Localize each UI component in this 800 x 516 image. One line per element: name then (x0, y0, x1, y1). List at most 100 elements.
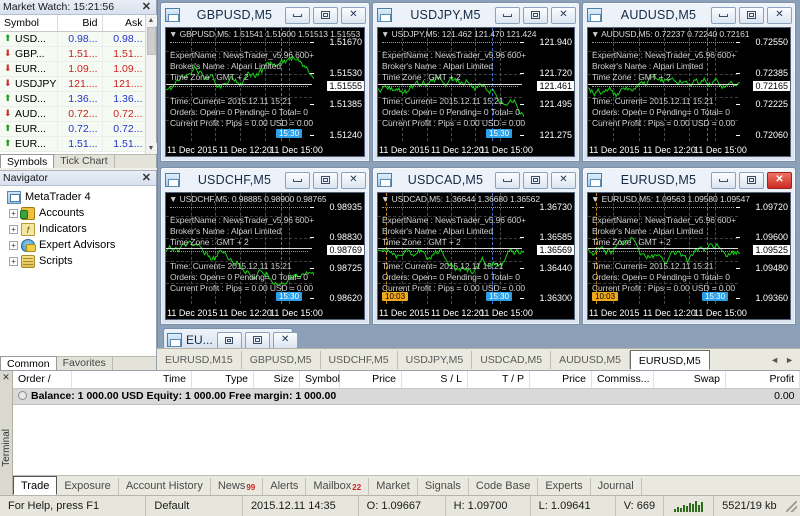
table-row[interactable]: ⬆ USD... 1.36... 1.36... (0, 91, 148, 107)
close-icon[interactable]: ✕ (341, 171, 366, 189)
navigator-item-metatrader-4[interactable]: MetaTrader 4 (2, 189, 154, 205)
chart-tab-eurusd-m5[interactable]: EURUSD,M5 (629, 349, 710, 370)
chart-window-audusd[interactable]: AUDUSD,M5 ✕ ▼ AUDUSD,M5: 0.72237 0.72240 0… (582, 2, 796, 162)
chart-titlebar[interactable]: AUDUSD,M5 ✕ (583, 3, 795, 27)
close-icon[interactable]: ✕ (767, 6, 792, 24)
navigator-item-accounts[interactable]: + Accounts (2, 205, 154, 221)
chart-canvas[interactable]: ▼ GBPUSD,M5: 1.51541 1.51600 1.51513 1.5… (165, 27, 365, 157)
time-scale[interactable]: 11 Dec 2015 11 Dec 12:20 11 Dec 15:00 (378, 143, 574, 156)
minimize-icon[interactable] (711, 171, 736, 189)
chart-window-usdcad[interactable]: USDCAD,M5 ✕ ▼ USDCAD,M5: 1.36644 1.36680 1… (372, 167, 580, 325)
maximize-icon[interactable] (523, 171, 548, 189)
terminal-tab-signals[interactable]: Signals (418, 478, 469, 495)
chart-window-usdchf[interactable]: USDCHF,M5 ✕ ▼ USDCHF,M5: 0.98885 0.98900 0… (160, 167, 370, 325)
time-scale[interactable]: 11 Dec 2015 11 Dec 12:20 11 Dec 15:00 (166, 306, 364, 319)
column-header-price[interactable]: Price (339, 371, 402, 389)
chart-titlebar[interactable]: GBPUSD,M5 ✕ (161, 3, 369, 27)
connection-signal-icon[interactable] (664, 495, 715, 516)
price-scale[interactable]: 1.36730 1.36585 1.36440 1.36300 1.36569 (520, 193, 574, 304)
scroll-up-icon[interactable]: ▲ (145, 15, 157, 26)
column-header-symbol[interactable]: Symbol (299, 371, 340, 389)
terminal-tab-news[interactable]: News99 (211, 478, 264, 495)
chart-titlebar[interactable]: USDCHF,M5 ✕ (161, 168, 369, 192)
maximize-icon[interactable] (523, 6, 548, 24)
navigator-item-indicators[interactable]: + f Indicators (2, 221, 154, 237)
column-header-bid[interactable]: Bid (57, 15, 103, 32)
maximize-icon[interactable] (313, 171, 338, 189)
expand-icon[interactable]: + (9, 224, 18, 234)
chart-tab-audusd-m5[interactable]: AUDUSD,M5 (551, 350, 630, 369)
navigator-item-expert-advisors[interactable]: + Expert Advisors (2, 237, 154, 253)
table-row[interactable]: ⬆ EUR... 0.72... 0.72... (0, 121, 148, 137)
terminal-tab-journal[interactable]: Journal (591, 478, 642, 495)
close-icon[interactable]: ✕ (140, 2, 153, 13)
terminal-tab-account-history[interactable]: Account History (119, 478, 211, 495)
market-watch-table-wrap[interactable]: Symbol Bid Ask ⬆ USD... 0.98... 0.98... ⬇ GBP… (0, 15, 156, 154)
minimize-icon[interactable] (285, 171, 310, 189)
scroll-left-icon[interactable]: ◄ (770, 355, 779, 365)
chart-titlebar[interactable]: EURUSD,M5 ✕ (583, 168, 795, 192)
expand-icon[interactable]: + (9, 208, 18, 218)
maximize-icon[interactable] (739, 171, 764, 189)
table-row[interactable]: ⬆ USD... 0.98... 0.98... (0, 31, 148, 47)
table-row[interactable]: ⬆ EUR... 1.51... 1.51... (0, 136, 148, 152)
maximize-icon[interactable] (739, 6, 764, 24)
scroll-down-icon[interactable]: ▼ (145, 143, 157, 154)
scrollbar-thumb[interactable] (146, 27, 156, 55)
price-scale[interactable]: 0.98935 0.98830 0.98725 0.98620 0.98769 (310, 193, 364, 304)
chart-tab-usdchf-m5[interactable]: USDCHF,M5 (321, 350, 398, 369)
time-scale[interactable]: 11 Dec 2015 11 Dec 12:20 11 Dec 15:00 (378, 306, 574, 319)
balance-row[interactable]: Balance: 1 000.00 USD Equity: 1 000.00 F… (13, 388, 800, 405)
chart-plot-area[interactable]: ▼ USDCAD,M5: 1.36644 1.36680 1.36562 Expe… (378, 193, 540, 304)
column-header-commiss[interactable]: Commiss... (591, 371, 654, 389)
chart-plot-area[interactable]: ▼ USDJPY,M5: 121.462 121.470 121.424 Expe… (378, 28, 537, 141)
price-scale[interactable]: 0.72550 0.72385 0.72225 0.72060 0.72165 (736, 28, 790, 141)
close-icon[interactable]: ✕ (551, 171, 576, 189)
column-header-order[interactable]: Order / (13, 371, 72, 389)
tab-common[interactable]: Common (0, 356, 57, 370)
table-row[interactable]: ⬇ USDJPY 121.... 121.... (0, 76, 148, 92)
scroll-right-icon[interactable]: ► (785, 355, 794, 365)
close-icon[interactable]: ✕ (140, 173, 153, 184)
terminal-tab-trade[interactable]: Trade (13, 476, 58, 495)
chart-plot-area[interactable]: ▼ USDCHF,M5: 0.98885 0.98900 0.98765 Expe… (166, 193, 327, 304)
chart-canvas[interactable]: ▼ USDCHF,M5: 0.98885 0.98900 0.98765 Expe… (165, 192, 365, 320)
market-watch-scrollbar[interactable]: ▲ ▼ (145, 15, 157, 154)
table-row[interactable]: ⬇ EUR... 1.09... 1.09... (0, 61, 148, 77)
minimize-icon[interactable] (285, 6, 310, 24)
terminal-tab-experts[interactable]: Experts (538, 478, 591, 495)
minimize-icon[interactable] (711, 6, 736, 24)
time-scale[interactable]: 11 Dec 2015 11 Dec 12:20 11 Dec 15:00 (166, 143, 364, 156)
chart-plot-area[interactable]: ▼ AUDUSD,M5: 0.72237 0.72240 0.72161 Expe… (588, 28, 750, 141)
column-header-t-p[interactable]: T / P (467, 371, 530, 389)
price-scale[interactable]: 1.09720 1.09600 1.09480 1.09360 1.09525 (736, 193, 790, 304)
resize-grip-icon[interactable] (785, 499, 798, 513)
time-scale[interactable]: 11 Dec 2015 11 Dec 12:20 11 Dec 15:00 (588, 143, 790, 156)
terminal-tab-exposure[interactable]: Exposure (57, 478, 119, 495)
close-icon[interactable]: ✕ (341, 6, 366, 24)
chart-plot-area[interactable]: ▼ EURUSD,M5: 1.09563 1.09580 1.09547 Expe… (588, 193, 750, 304)
terminal-tab-mailbox[interactable]: Mailbox22 (306, 478, 370, 495)
chart-canvas[interactable]: ▼ AUDUSD,M5: 0.72237 0.72240 0.72161 Expe… (587, 27, 791, 157)
column-header-symbol[interactable]: Symbol (0, 15, 58, 32)
price-scale[interactable]: 1.51670 1.51530 1.51385 1.51240 1.51555 (310, 28, 364, 141)
terminal-tab-code-base[interactable]: Code Base (469, 478, 539, 495)
column-header-ask[interactable]: Ask (102, 15, 148, 32)
chart-window-eurusd[interactable]: EURUSD,M5 ✕ ▼ EURUSD,M5: 1.09563 1.09580 1… (582, 167, 796, 325)
column-header-s-l[interactable]: S / L (401, 371, 468, 389)
minimize-icon[interactable] (495, 6, 520, 24)
close-icon[interactable]: ✕ (0, 371, 12, 383)
chart-canvas[interactable]: ▼ USDJPY,M5: 121.462 121.470 121.424 Expe… (377, 27, 575, 157)
maximize-icon[interactable] (244, 331, 270, 349)
status-profile[interactable]: Default (146, 495, 243, 516)
chart-window-gbpusd[interactable]: GBPUSD,M5 ✕ ▼ GBPUSD,M5: 1.51541 1.51600 1… (160, 2, 370, 162)
chart-tab-usdjpy-m5[interactable]: USDJPY,M5 (398, 350, 473, 369)
tab-favorites[interactable]: Favorites (57, 356, 113, 370)
chart-titlebar[interactable]: USDCAD,M5 ✕ (373, 168, 579, 192)
close-icon[interactable]: ✕ (272, 331, 298, 349)
table-row[interactable]: ⬇ GBP... 1.51... 1.51... (0, 46, 148, 62)
expand-icon[interactable]: + (9, 256, 18, 266)
column-header-type[interactable]: Type (191, 371, 254, 389)
chart-canvas[interactable]: ▼ EURUSD,M5: 1.09563 1.09580 1.09547 Expe… (587, 192, 791, 320)
price-scale[interactable]: 121.940 121.720 121.495 121.275 121.461 (520, 28, 574, 141)
